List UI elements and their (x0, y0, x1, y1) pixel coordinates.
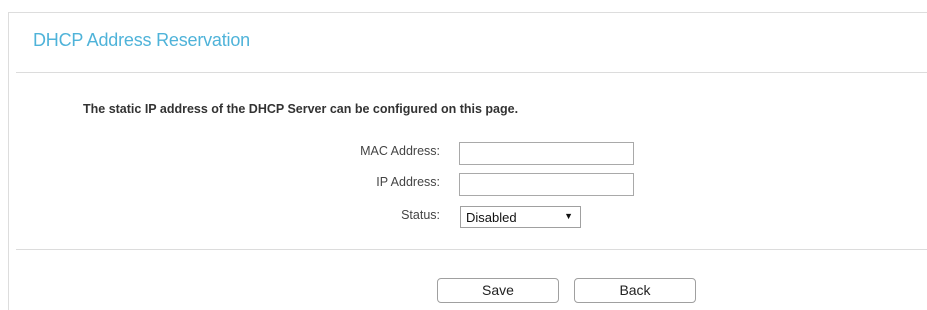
status-select[interactable]: Disabled ▼ (460, 206, 581, 228)
status-label: Status: (401, 208, 440, 222)
ip-address-input[interactable] (459, 173, 634, 196)
ip-address-label: IP Address: (376, 175, 440, 189)
caret-down-icon: ▼ (564, 211, 573, 221)
header-divider (16, 72, 927, 73)
mac-address-input[interactable] (459, 142, 634, 165)
dhcp-reservation-panel: DHCP Address Reservation The static IP a… (8, 12, 927, 310)
back-button[interactable]: Back (574, 278, 696, 303)
page-description: The static IP address of the DHCP Server… (83, 102, 519, 116)
status-selected-value: Disabled (466, 210, 517, 225)
mac-address-label: MAC Address: (360, 144, 440, 158)
save-button[interactable]: Save (437, 278, 559, 303)
page-title: DHCP Address Reservation (33, 30, 250, 50)
footer-divider (16, 249, 927, 250)
